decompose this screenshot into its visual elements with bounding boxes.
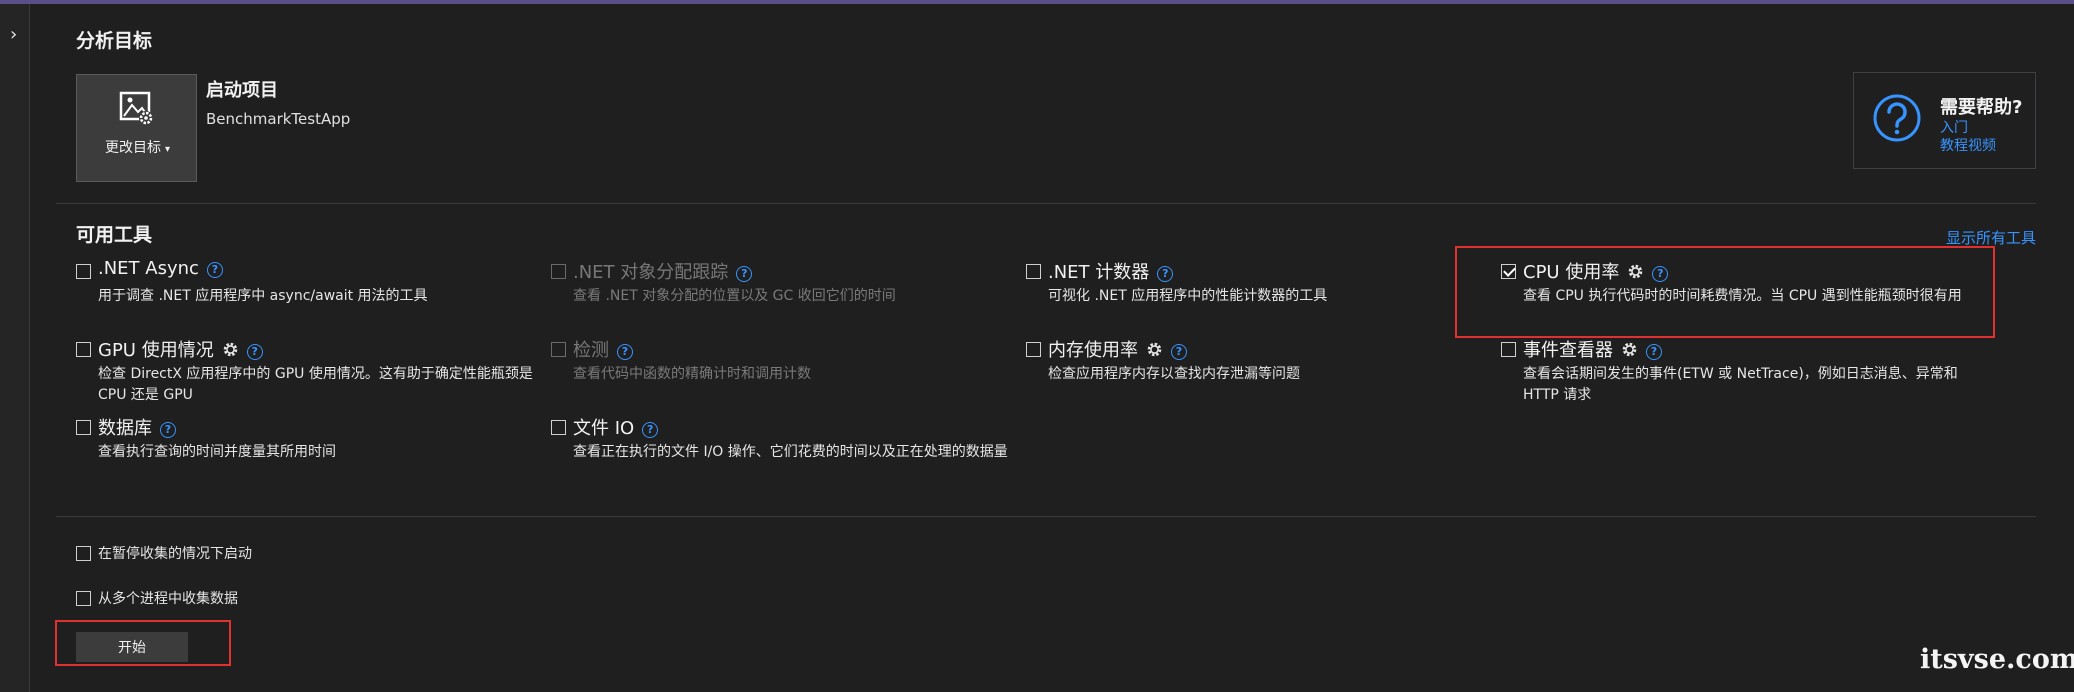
tool-9-checkbox[interactable]: [76, 420, 91, 435]
tool-9-header: 数据库?: [76, 414, 536, 440]
tool-2-checkbox: [551, 264, 566, 279]
tool-3-name: .NET 计数器?: [1048, 258, 1174, 284]
tool-5-name: GPU 使用情况?: [98, 336, 263, 362]
change-target-label: 更改目标 ▾: [77, 137, 198, 157]
section-divider: [56, 203, 2036, 204]
tool-9[interactable]: 数据库? 查看执行查询的时间并度量其所用时间: [76, 414, 536, 463]
tool-8-description: 查看会话期间发生的事件(ETW 或 NetTrace)，例如日志消息、异常和 H…: [1523, 366, 1958, 403]
tool-10-name-text: 文件 IO: [573, 418, 635, 439]
tool-9-name-text: 数据库: [98, 418, 152, 439]
help-question-icon[interactable]: ?: [206, 262, 223, 278]
tool-3-checkbox[interactable]: [1026, 264, 1041, 279]
tool-8-name-text: 事件查看器: [1523, 340, 1613, 361]
tool-6-name: 检测?: [573, 336, 633, 362]
tool-6-description: 查看代码中函数的精确计时和调用计数: [573, 366, 811, 382]
multi-process-checkbox[interactable]: [76, 591, 91, 606]
top-accent-line: [0, 0, 2074, 4]
tool-1-header: .NET Async?: [76, 258, 536, 284]
tool-7-name: 内存使用率?: [1048, 336, 1187, 362]
tool-2-description: 查看 .NET 对象分配的位置以及 GC 收回它们的时间: [573, 288, 896, 304]
tool-7-checkbox[interactable]: [1026, 342, 1041, 357]
tool-10[interactable]: 文件 IO? 查看正在执行的文件 I/O 操作、它们花费的时间以及正在处理的数据量: [551, 414, 1011, 463]
chevron-right-icon[interactable]: ›: [10, 26, 22, 44]
tool-5-description: 检查 DirectX 应用程序中的 GPU 使用情况。这有助于确定性能瓶颈是 C…: [98, 366, 533, 403]
help-question-icon[interactable]: ?: [1646, 344, 1662, 360]
tool-2: .NET 对象分配跟踪? 查看 .NET 对象分配的位置以及 GC 收回它们的时间: [551, 258, 1011, 307]
tool-8-name: 事件查看器?: [1523, 336, 1662, 362]
change-target-text: 更改目标: [104, 140, 161, 156]
help-question-icon[interactable]: ?: [617, 344, 633, 360]
tool-5-checkbox[interactable]: [76, 342, 91, 357]
tool-3[interactable]: .NET 计数器? 可视化 .NET 应用程序中的性能计数器的工具: [1026, 258, 1486, 307]
start-paused-label: 在暂停收集的情况下启动: [98, 546, 252, 562]
watermark-text: itsvse.com: [1920, 644, 2074, 675]
tool-1-name-text: .NET Async: [98, 258, 199, 279]
tool-1[interactable]: .NET Async? 用于调查 .NET 应用程序中 async/await 用…: [76, 258, 536, 307]
tool-10-name: 文件 IO?: [573, 414, 659, 440]
tool-2-header: .NET 对象分配跟踪?: [551, 258, 1011, 284]
section-divider: [56, 516, 2036, 517]
dropdown-caret-icon: ▾: [164, 144, 171, 155]
tool-6-header: 检测?: [551, 336, 1011, 362]
help-question-icon[interactable]: ?: [246, 344, 263, 360]
show-all-tools-link[interactable]: 显示所有工具: [1946, 227, 2036, 248]
profiler-page: › 分析目标 更改目标 ▾ 启动项目 BenchmarkTestApp 需要帮助?…: [0, 0, 2074, 692]
tool-10-header: 文件 IO?: [551, 414, 1011, 440]
tool-8[interactable]: 事件查看器? 查看会话期间发生的事件(ETW 或 NetTrace)，例如日志消息…: [1501, 336, 1961, 406]
start-paused-checkbox[interactable]: [76, 546, 91, 561]
tool-7[interactable]: 内存使用率? 检查应用程序内存以查找内存泄漏等问题: [1026, 336, 1486, 385]
left-collapse-strip: ›: [0, 4, 30, 692]
tutorial-videos-link[interactable]: 教程视频: [1940, 135, 1996, 155]
target-image-gear-icon: [119, 91, 153, 125]
tool-8-header: 事件查看器?: [1501, 336, 1961, 362]
multi-process-label: 从多个进程中收集数据: [98, 591, 238, 607]
help-question-icon[interactable]: ?: [1171, 344, 1187, 360]
gear-icon[interactable]: [1146, 341, 1163, 358]
tool-1-checkbox[interactable]: [76, 264, 91, 279]
analysis-target-title: 分析目标: [76, 30, 153, 52]
gear-icon[interactable]: [222, 341, 239, 358]
tool-3-header: .NET 计数器?: [1026, 258, 1486, 284]
tool-5[interactable]: GPU 使用情况? 检查 DirectX 应用程序中的 GPU 使用情况。这有助于…: [76, 336, 536, 406]
tool-10-checkbox[interactable]: [551, 420, 566, 435]
tool-7-header: 内存使用率?: [1026, 336, 1486, 362]
question-circle-icon: [1873, 94, 1921, 142]
gear-icon[interactable]: [1621, 341, 1638, 358]
change-target-button[interactable]: 更改目标 ▾: [76, 74, 197, 182]
tool-1-description: 用于调查 .NET 应用程序中 async/await 用法的工具: [98, 288, 428, 304]
tool-5-header: GPU 使用情况?: [76, 336, 536, 362]
help-panel: 需要帮助? 入门 教程视频: [1853, 72, 2036, 169]
help-question-icon[interactable]: ?: [160, 422, 176, 438]
tool-3-description: 可视化 .NET 应用程序中的性能计数器的工具: [1048, 288, 1328, 304]
tool-7-name-text: 内存使用率: [1048, 340, 1138, 361]
tool-6: 检测? 查看代码中函数的精确计时和调用计数: [551, 336, 1011, 385]
startup-project-title: 启动项目: [206, 80, 278, 101]
getting-started-link[interactable]: 入门: [1940, 117, 1968, 137]
help-question-icon[interactable]: ?: [736, 266, 753, 282]
tool-2-name-text: .NET 对象分配跟踪: [573, 262, 729, 283]
tool-1-name: .NET Async?: [98, 258, 223, 279]
tool-10-description: 查看正在执行的文件 I/O 操作、它们花费的时间以及正在处理的数据量: [573, 444, 1008, 460]
available-tools-title: 可用工具: [76, 224, 153, 246]
help-question-icon[interactable]: ?: [642, 422, 659, 438]
start-highlight-box: [55, 620, 231, 666]
tool-6-name-text: 检测: [573, 340, 609, 361]
startup-project-name: BenchmarkTestApp: [206, 110, 351, 128]
cpu-usage-highlight-box: [1455, 246, 1995, 338]
help-question-icon[interactable]: ?: [1157, 266, 1174, 282]
tool-3-name-text: .NET 计数器: [1048, 262, 1150, 283]
tool-6-checkbox: [551, 342, 566, 357]
tool-5-name-text: GPU 使用情况: [98, 340, 214, 361]
tool-8-checkbox[interactable]: [1501, 342, 1516, 357]
tool-9-description: 查看执行查询的时间并度量其所用时间: [98, 444, 336, 460]
tool-9-name: 数据库?: [98, 414, 176, 440]
tool-7-description: 检查应用程序内存以查找内存泄漏等问题: [1048, 366, 1300, 382]
help-title: 需要帮助?: [1940, 97, 2023, 118]
tool-2-name: .NET 对象分配跟踪?: [573, 258, 753, 284]
